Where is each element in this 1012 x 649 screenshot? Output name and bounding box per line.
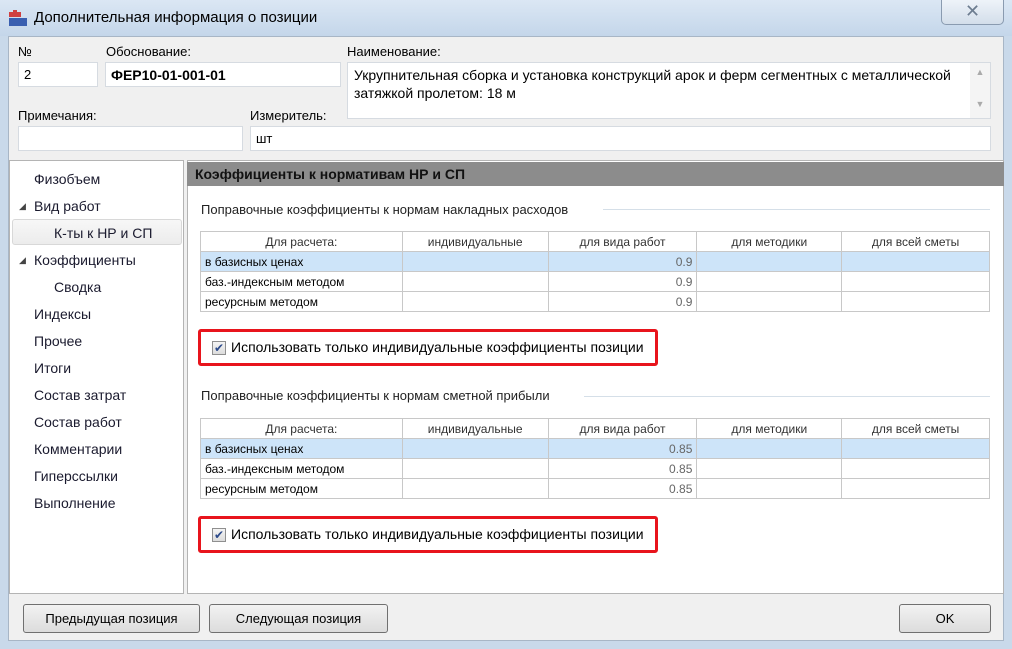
column-header[interactable]: для вида работ <box>547 418 698 439</box>
number-label: № <box>18 44 32 59</box>
profit-only-individual-checkbox[interactable]: ✔ <box>212 528 226 542</box>
table-cell: ресурсным методом <box>200 291 403 312</box>
table-cell: в базисных ценах <box>200 251 403 272</box>
table-cell: баз.-индексным методом <box>200 458 403 479</box>
overhead-only-individual-checkbox[interactable]: ✔ <box>212 341 226 355</box>
tree-item-svodka[interactable]: Сводка <box>54 279 101 295</box>
name-label: Наименование: <box>347 44 441 59</box>
column-header[interactable]: для всей сметы <box>841 231 990 252</box>
column-header[interactable]: Для расчета: <box>200 231 403 252</box>
table-row[interactable]: в базисных ценах 0.9 <box>200 251 990 272</box>
table-cell[interactable] <box>401 478 549 499</box>
table-row[interactable]: ресурсным методом 0.9 <box>200 291 990 312</box>
overhead-section-title: Поправочные коэффициенты к нормам наклад… <box>201 202 569 217</box>
expand-triangle-icon[interactable]: ◢ <box>19 201 26 212</box>
profit-table: Для расчета: индивидуальные для вида работ… <box>200 418 990 499</box>
column-header[interactable]: индивидуальные <box>401 231 549 252</box>
column-header[interactable]: для вида работ <box>547 231 698 252</box>
table-cell[interactable] <box>696 291 843 312</box>
app-icon <box>9 10 27 26</box>
table-cell[interactable] <box>401 458 549 479</box>
table-header-row: Для расчета: индивидуальные для вида работ… <box>200 231 990 252</box>
table-cell[interactable] <box>696 438 843 459</box>
table-cell[interactable]: 0.9 <box>547 271 698 292</box>
column-header[interactable]: для методики <box>696 231 843 252</box>
checkmark-icon: ✔ <box>213 528 225 542</box>
table-cell[interactable] <box>401 438 549 459</box>
table-cell[interactable] <box>841 458 990 479</box>
close-button[interactable]: ✕ <box>941 0 1004 25</box>
profit-checkbox-label[interactable]: Использовать только индивидуальные коэфф… <box>231 526 644 542</box>
unit-label: Измеритель: <box>250 108 327 123</box>
checkmark-icon: ✔ <box>213 341 225 355</box>
table-cell: ресурсным методом <box>200 478 403 499</box>
table-cell[interactable]: 0.85 <box>547 438 698 459</box>
table-cell[interactable]: 0.9 <box>547 251 698 272</box>
previous-position-button[interactable]: Предыдущая позиция <box>23 604 200 633</box>
tree-item-fizobem[interactable]: Физобъем <box>34 171 100 187</box>
tree-item-vypolnenie[interactable]: Выполнение <box>34 495 115 511</box>
table-row[interactable]: баз.-индексным методом 0.9 <box>200 271 990 292</box>
tree-item-giperssylki[interactable]: Гиперссылки <box>34 468 118 484</box>
basis-label: Обоснование: <box>106 44 191 59</box>
table-cell[interactable] <box>841 478 990 499</box>
overhead-checkbox-label[interactable]: Использовать только индивидуальные коэфф… <box>231 339 644 355</box>
scroll-down-icon[interactable]: ▼ <box>970 99 990 109</box>
tree-item-itogi[interactable]: Итоги <box>34 360 71 376</box>
ok-button[interactable]: OK <box>899 604 991 633</box>
table-header-row: Для расчета: индивидуальные для вида работ… <box>200 418 990 439</box>
number-input[interactable]: 2 <box>18 62 98 87</box>
window-title: Дополнительная информация о позиции <box>34 9 318 26</box>
table-cell[interactable] <box>841 271 990 292</box>
table-cell[interactable]: 0.85 <box>547 458 698 479</box>
unit-input[interactable]: шт <box>250 126 991 151</box>
table-row[interactable]: в базисных ценах 0.85 <box>200 438 990 459</box>
tree-item-sostav-zatrat[interactable]: Состав затрат <box>34 387 126 403</box>
profit-section-title: Поправочные коэффициенты к нормам сметно… <box>201 388 550 403</box>
table-row[interactable]: баз.-индексным методом 0.85 <box>200 458 990 479</box>
table-cell: баз.-индексным методом <box>200 271 403 292</box>
next-position-button[interactable]: Следующая позиция <box>209 604 388 633</box>
tree-item-vid-rabot[interactable]: Вид работ <box>34 198 101 214</box>
table-cell[interactable] <box>696 271 843 292</box>
column-header[interactable]: индивидуальные <box>401 418 549 439</box>
table-cell[interactable] <box>841 251 990 272</box>
table-cell[interactable] <box>401 251 549 272</box>
expand-triangle-icon[interactable]: ◢ <box>19 255 26 266</box>
table-cell[interactable] <box>696 458 843 479</box>
table-cell[interactable] <box>696 478 843 499</box>
table-cell[interactable] <box>841 438 990 459</box>
profit-checkbox-highlight: ✔ Использовать только индивидуальные коэ… <box>198 516 658 553</box>
table-cell[interactable] <box>696 251 843 272</box>
column-header[interactable]: для всей сметы <box>841 418 990 439</box>
table-row[interactable]: ресурсным методом 0.85 <box>200 478 990 499</box>
tree-item-k-nr-sp[interactable]: К-ты к НР и СП <box>54 225 152 241</box>
close-icon: ✕ <box>964 1 981 21</box>
notes-label: Примечания: <box>18 108 97 123</box>
table-cell[interactable]: 0.85 <box>547 478 698 499</box>
name-scrollbar[interactable]: ▲ ▼ <box>970 63 990 118</box>
divider <box>603 209 990 210</box>
overhead-checkbox-highlight: ✔ Использовать только индивидуальные коэ… <box>198 329 658 366</box>
basis-input[interactable]: ФЕР10-01-001-01 <box>105 62 341 87</box>
column-header[interactable]: Для расчета: <box>200 418 403 439</box>
column-header[interactable]: для методики <box>696 418 843 439</box>
table-cell[interactable]: 0.9 <box>547 291 698 312</box>
divider <box>584 396 990 397</box>
name-textarea[interactable]: Укрупнительная сборка и установка констр… <box>347 62 991 119</box>
tree-item-kommentarii[interactable]: Комментарии <box>34 441 122 457</box>
tree-item-indeksy[interactable]: Индексы <box>34 306 91 322</box>
tree-item-sostav-rabot[interactable]: Состав работ <box>34 414 122 430</box>
tree-item-prochee[interactable]: Прочее <box>34 333 82 349</box>
table-cell[interactable] <box>401 271 549 292</box>
overhead-table: Для расчета: индивидуальные для вида работ… <box>200 231 990 312</box>
table-cell[interactable] <box>841 291 990 312</box>
nav-tree: Физобъем ◢ Вид работ К-ты к НР и СП ◢ Ко… <box>9 160 184 594</box>
table-cell[interactable] <box>401 291 549 312</box>
panel-header: Коэффициенты к нормативам НР и СП <box>187 162 1004 186</box>
table-cell: в базисных ценах <box>200 438 403 459</box>
tree-item-koefficienty[interactable]: Коэффициенты <box>34 252 136 268</box>
notes-input[interactable] <box>18 126 243 151</box>
scroll-up-icon[interactable]: ▲ <box>970 67 990 77</box>
